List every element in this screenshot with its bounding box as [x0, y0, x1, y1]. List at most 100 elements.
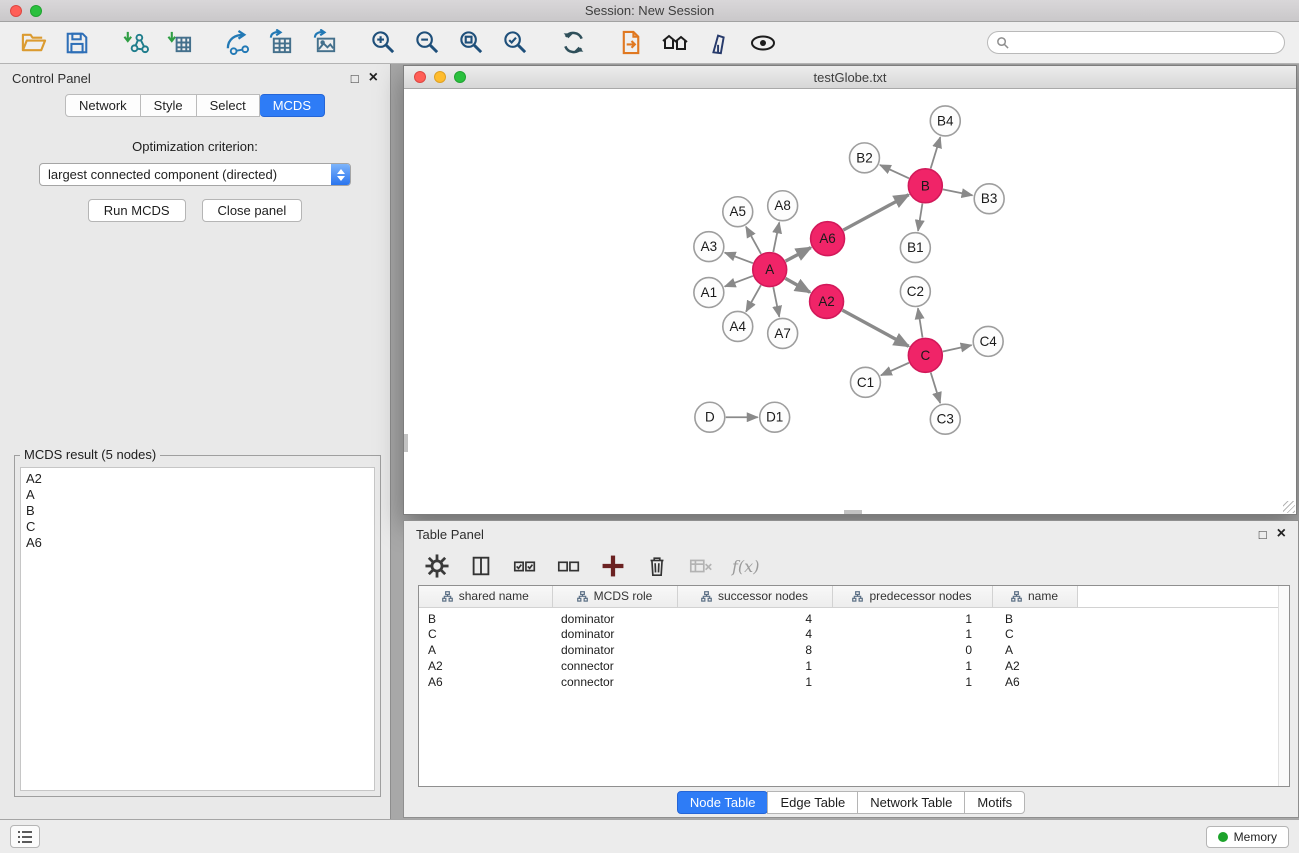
edge-A6-B[interactable] [843, 195, 908, 230]
edge-A-A4[interactable] [746, 285, 761, 311]
criterion-dropdown[interactable]: largest connected component (directed) [39, 163, 351, 186]
home-button[interactable] [660, 28, 690, 58]
delete-table-button[interactable] [688, 553, 714, 579]
edge-A-A6[interactable] [786, 248, 811, 261]
edge-C-C2[interactable] [918, 308, 923, 337]
table-row[interactable]: Bdominator41B [419, 607, 1289, 626]
column-header-predecessor-nodes[interactable]: predecessor nodes [832, 586, 992, 607]
node-B2[interactable]: B2 [850, 143, 880, 173]
node-A8[interactable]: A8 [768, 191, 798, 221]
node-D1[interactable]: D1 [760, 402, 790, 432]
node-C2[interactable]: C2 [900, 277, 930, 307]
vertical-scroll-indicator[interactable] [404, 434, 408, 452]
column-header-shared-name[interactable]: shared name [419, 586, 552, 607]
node-B[interactable]: B [908, 169, 942, 203]
network-minimize-button[interactable] [434, 71, 446, 83]
node-B3[interactable]: B3 [974, 184, 1004, 214]
import-table-button[interactable] [164, 28, 194, 58]
node-A5[interactable]: A5 [723, 197, 753, 227]
float-panel-icon[interactable]: □ [351, 71, 359, 86]
edge-A-A7[interactable] [773, 287, 779, 317]
tab-edge-table[interactable]: Edge Table [767, 791, 858, 814]
close-panel-button[interactable]: Close panel [202, 199, 303, 222]
node-A1[interactable]: A1 [694, 278, 724, 308]
export-table-button[interactable] [266, 28, 296, 58]
table-row[interactable]: Adominator80A [419, 642, 1289, 658]
node-B1[interactable]: B1 [900, 233, 930, 263]
resize-grip[interactable] [1283, 501, 1295, 513]
open-session-button[interactable] [18, 28, 48, 58]
node-C3[interactable]: C3 [930, 404, 960, 434]
network-canvas[interactable]: B4 B2 B B3 A8 A5 A6 A3 B1 A A1 C2 A2 A4 A7 C4 C C1 D D1 C3 [404, 89, 1296, 514]
edge-A-A5[interactable] [746, 227, 761, 254]
show-columns-button[interactable] [468, 553, 494, 579]
memory-button[interactable]: Memory [1206, 826, 1289, 848]
node-C4[interactable]: C4 [973, 326, 1003, 356]
edge-A2-C[interactable] [842, 310, 908, 346]
task-history-button[interactable] [10, 825, 40, 848]
mcds-result-list[interactable]: A2ABCA6 [20, 467, 375, 791]
tab-mcds[interactable]: MCDS [260, 94, 325, 117]
tab-network[interactable]: Network [65, 94, 141, 117]
close-window-button[interactable] [10, 5, 22, 17]
node-A6[interactable]: A6 [811, 222, 845, 256]
import-network-button[interactable] [120, 28, 150, 58]
tab-select[interactable]: Select [197, 94, 260, 117]
node-C[interactable]: C [908, 338, 942, 372]
apply-layout-button[interactable] [558, 28, 588, 58]
run-mcds-button[interactable]: Run MCDS [88, 199, 186, 222]
node-C1[interactable]: C1 [850, 367, 880, 397]
edge-A-A8[interactable] [773, 222, 779, 252]
save-session-button[interactable] [62, 28, 92, 58]
close-table-panel-icon[interactable]: × [1277, 528, 1286, 540]
edge-C-C3[interactable] [931, 373, 940, 404]
edge-A-A2[interactable] [785, 278, 810, 292]
zoom-window-button[interactable] [30, 5, 42, 17]
node-D[interactable]: D [695, 402, 725, 432]
table-scrollbar[interactable] [1278, 586, 1289, 786]
zoom-in-button[interactable] [368, 28, 398, 58]
node-A[interactable]: A [753, 253, 787, 287]
tab-network-table[interactable]: Network Table [857, 791, 965, 814]
zoom-out-button[interactable] [412, 28, 442, 58]
zoom-fit-button[interactable] [456, 28, 486, 58]
edge-C-C4[interactable] [943, 345, 972, 351]
edge-A-A3[interactable] [725, 253, 753, 264]
show-hide-button[interactable] [748, 28, 778, 58]
first-neighbors-button[interactable] [616, 28, 646, 58]
delete-column-button[interactable] [644, 553, 670, 579]
edge-B-B4[interactable] [931, 137, 941, 169]
table-settings-button[interactable] [424, 553, 450, 579]
column-header-name[interactable]: name [992, 586, 1077, 607]
zoom-selected-button[interactable] [500, 28, 530, 58]
node-A4[interactable]: A4 [723, 311, 753, 341]
network-zoom-button[interactable] [454, 71, 466, 83]
style-pen-button[interactable] [704, 28, 734, 58]
tab-style[interactable]: Style [141, 94, 197, 117]
export-image-button[interactable] [310, 28, 340, 58]
node-A3[interactable]: A3 [694, 232, 724, 262]
tab-node-table[interactable]: Node Table [677, 791, 769, 814]
search-input[interactable] [1014, 36, 1276, 50]
deselect-all-button[interactable] [556, 553, 582, 579]
export-network-button[interactable] [222, 28, 252, 58]
table-row[interactable]: A2connector11A2 [419, 658, 1289, 674]
edge-B-B1[interactable] [918, 204, 922, 231]
table-row[interactable]: Cdominator41C [419, 626, 1289, 642]
edge-B-B3[interactable] [943, 189, 973, 195]
column-header-mcds-role[interactable]: MCDS role [552, 586, 677, 607]
edge-A-A1[interactable] [725, 276, 753, 287]
node-A2[interactable]: A2 [810, 285, 844, 319]
select-all-button[interactable] [512, 553, 538, 579]
search-box[interactable] [987, 31, 1285, 54]
horizontal-scroll-indicator[interactable] [844, 510, 862, 514]
float-table-panel-icon[interactable]: □ [1259, 527, 1267, 542]
table-row[interactable]: A6connector11A6 [419, 674, 1289, 690]
create-column-button[interactable] [600, 553, 626, 579]
node-A7[interactable]: A7 [768, 318, 798, 348]
edge-C-C1[interactable] [881, 363, 909, 376]
function-builder-button[interactable]: f(x) [732, 553, 759, 579]
node-B4[interactable]: B4 [930, 106, 960, 136]
column-header-successor-nodes[interactable]: successor nodes [677, 586, 832, 607]
network-close-button[interactable] [414, 71, 426, 83]
